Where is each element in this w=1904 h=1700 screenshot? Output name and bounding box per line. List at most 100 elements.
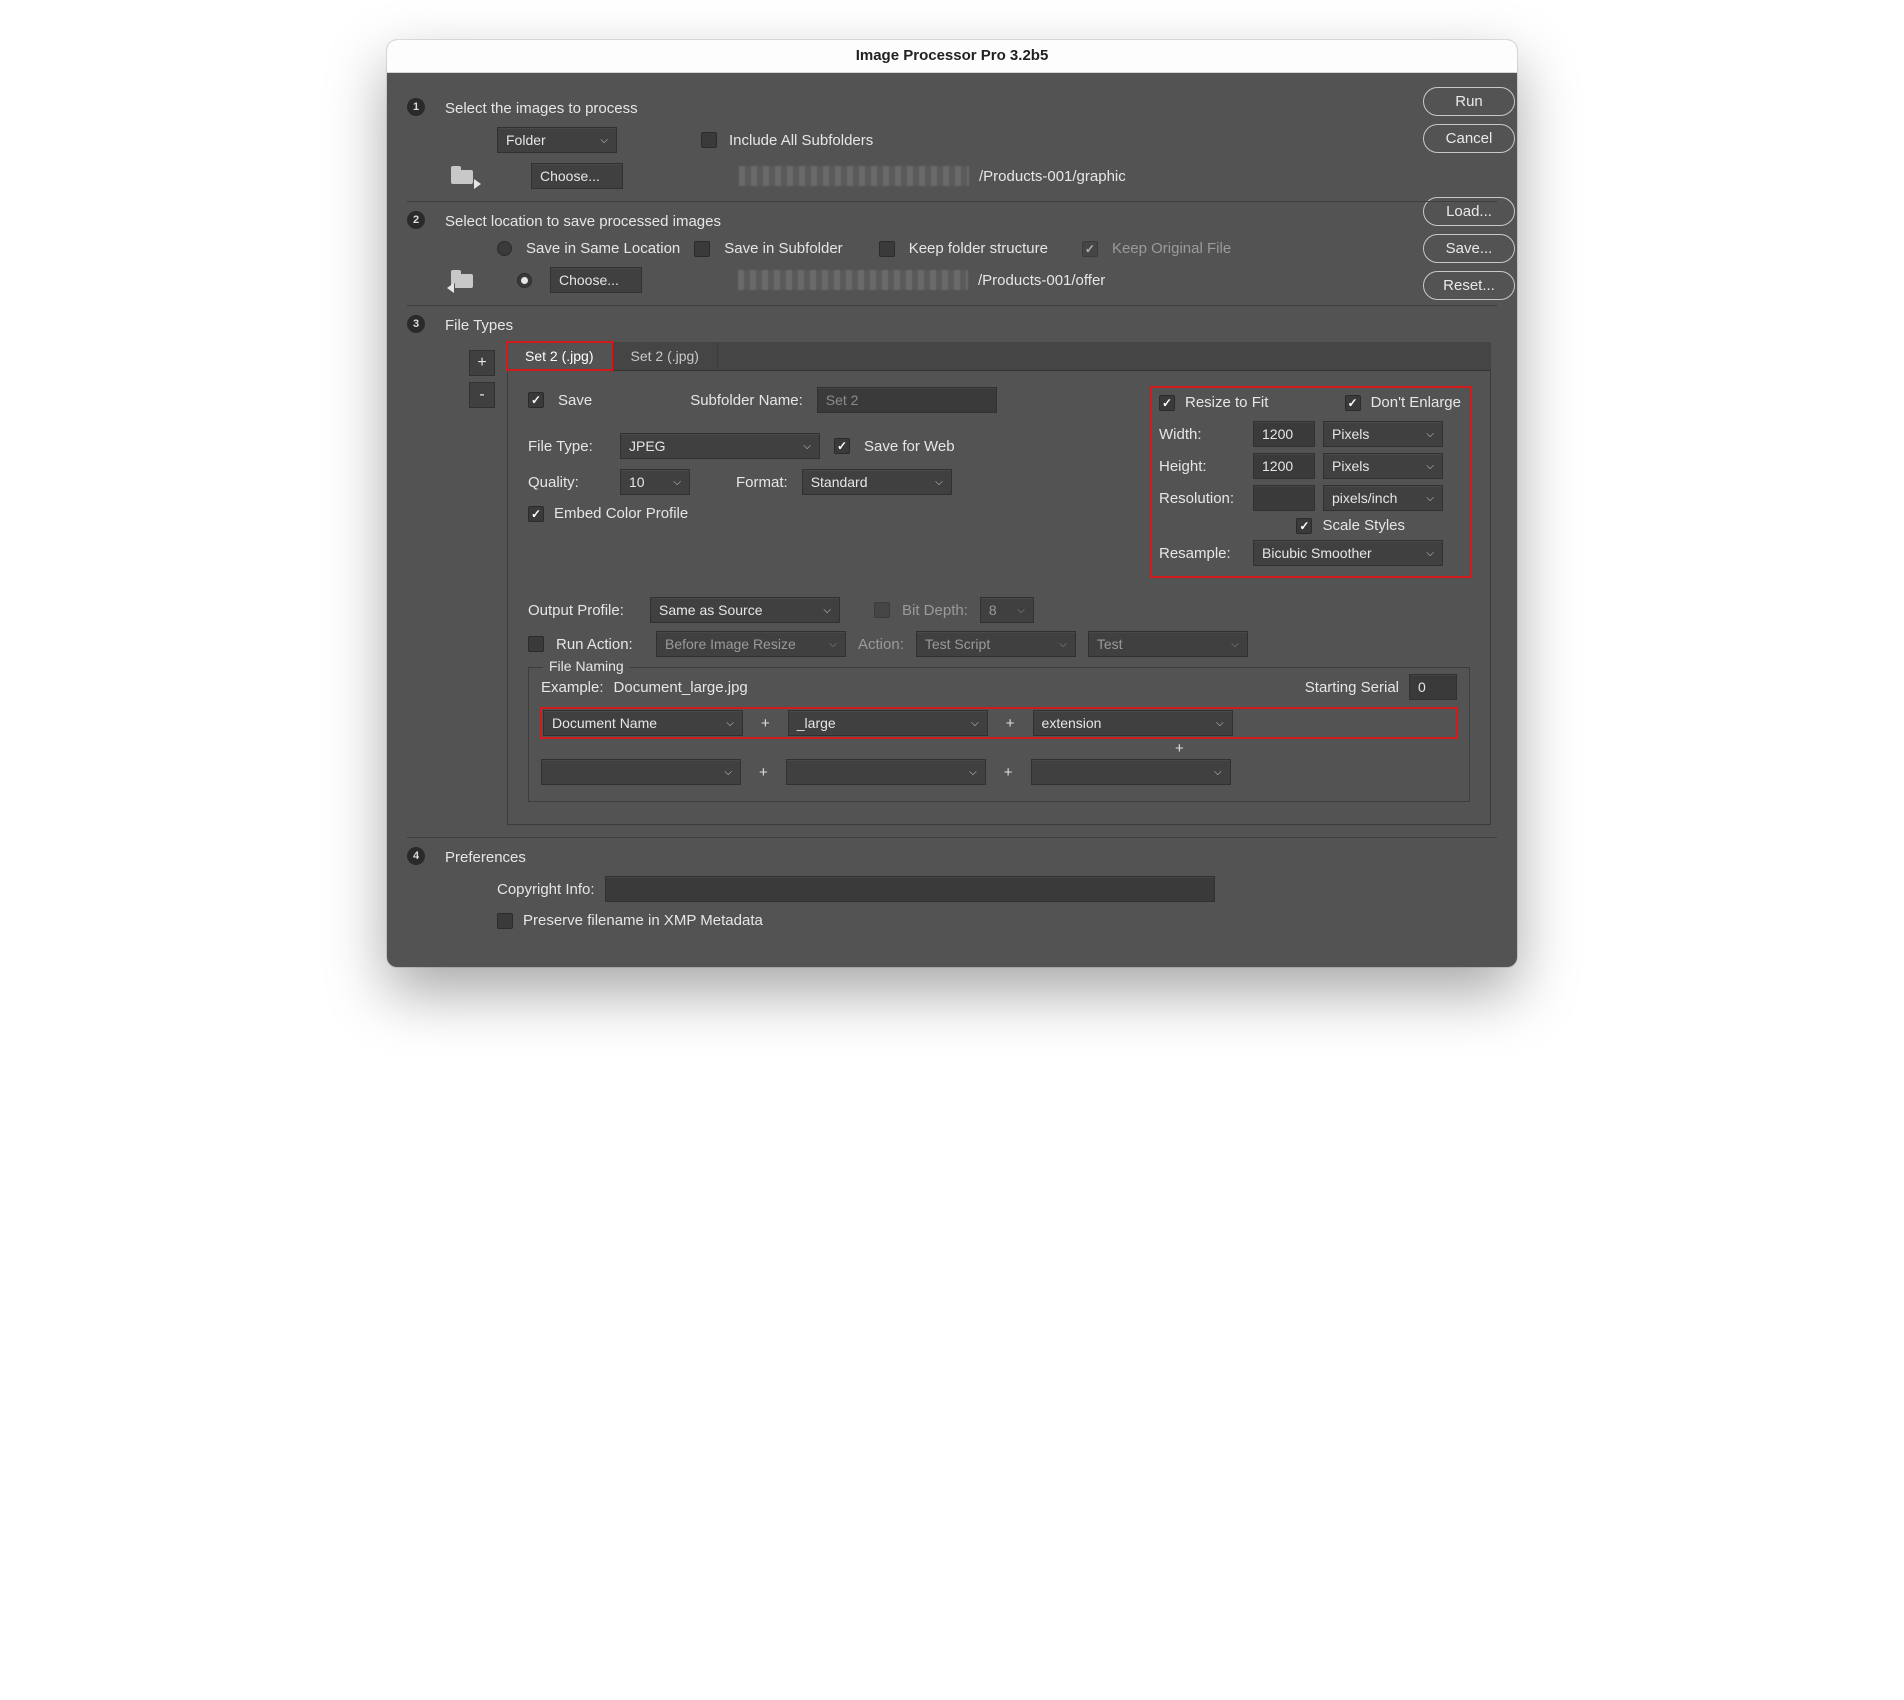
naming-slot-5[interactable]: ⌵ <box>786 759 986 785</box>
height-input[interactable]: 1200 <box>1253 453 1315 479</box>
section-select-images: 1 Select the images to process Folder ⌵ … <box>407 89 1497 202</box>
chevron-down-icon: ⌵ <box>1426 493 1434 504</box>
copyright-input[interactable] <box>605 876 1215 902</box>
output-profile-label: Output Profile: <box>528 602 638 619</box>
keep-original-label: Keep Original File <box>1112 240 1231 257</box>
embed-profile-checkbox[interactable] <box>528 506 544 522</box>
dont-enlarge-label: Don't Enlarge <box>1371 394 1461 411</box>
chevron-down-icon: ⌵ <box>1426 461 1434 472</box>
subfolder-name-label: Subfolder Name: <box>690 392 803 409</box>
dest-path-tail: /Products-001/offer <box>978 272 1105 289</box>
resolution-input[interactable] <box>1253 485 1315 511</box>
plus-icon: + <box>755 715 776 732</box>
file-naming-legend: File Naming <box>543 658 630 674</box>
tab-set-1[interactable]: Set 2 (.jpg) <box>507 342 612 370</box>
naming-slot-4[interactable]: ⌵ <box>541 759 741 785</box>
save-for-web-label: Save for Web <box>864 438 955 455</box>
save-same-location-radio[interactable] <box>497 241 512 256</box>
plus-icon: + <box>1000 715 1021 732</box>
save-subfolder-checkbox[interactable] <box>694 241 710 257</box>
save-choose-radio[interactable] <box>517 273 532 288</box>
chevron-down-icon: ⌵ <box>969 767 977 778</box>
choose-dest-button[interactable]: Choose... <box>550 267 642 293</box>
filetype-value: JPEG <box>629 438 666 454</box>
bitdepth-value: 8 <box>989 602 997 618</box>
width-label: Width: <box>1159 426 1245 443</box>
step-badge-1: 1 <box>407 98 425 116</box>
naming-slot-1-value: Document Name <box>552 715 657 731</box>
run-action-label: Run Action: <box>556 636 644 653</box>
dont-enlarge-checkbox[interactable] <box>1345 395 1361 411</box>
copyright-label: Copyright Info: <box>497 881 595 898</box>
action-set-select[interactable]: Test Script⌵ <box>916 631 1076 657</box>
action-label: Action: <box>858 636 904 653</box>
dialog-window: Image Processor Pro 3.2b5 Run Cancel Loa… <box>387 40 1517 967</box>
run-action-when-value: Before Image Resize <box>665 636 796 652</box>
starting-serial-input[interactable]: 0 <box>1409 674 1457 700</box>
quality-label: Quality: <box>528 474 606 491</box>
chevron-down-icon: ⌵ <box>1426 548 1434 559</box>
chevron-down-icon: ⌵ <box>1426 429 1434 440</box>
width-input[interactable]: 1200 <box>1253 421 1315 447</box>
chevron-down-icon: ⌵ <box>935 477 943 488</box>
include-subfolders-checkbox[interactable] <box>701 132 717 148</box>
starting-serial-label: Starting Serial <box>1305 679 1399 696</box>
section2-heading: Select location to save processed images <box>445 213 721 230</box>
resolution-label: Resolution: <box>1159 490 1245 507</box>
quality-select[interactable]: 10 ⌵ <box>620 469 690 495</box>
resize-to-fit-checkbox[interactable] <box>1159 395 1175 411</box>
resample-value: Bicubic Smoother <box>1262 545 1372 561</box>
scale-styles-checkbox[interactable] <box>1296 518 1312 534</box>
naming-slot-3[interactable]: extension⌵ <box>1033 710 1233 736</box>
chevron-down-icon: ⌵ <box>673 477 681 488</box>
action-set-value: Test Script <box>925 636 990 652</box>
run-action-when-select[interactable]: Before Image Resize ⌵ <box>656 631 846 657</box>
preserve-xmp-checkbox[interactable] <box>497 913 513 929</box>
subfolder-name-input[interactable]: Set 2 <box>817 387 997 413</box>
filetype-left: Save Subfolder Name: Set 2 File Type: JP… <box>528 387 1124 522</box>
chevron-down-icon: ⌵ <box>829 639 837 650</box>
preserve-xmp-label: Preserve filename in XMP Metadata <box>523 912 763 929</box>
dialog-content: Run Cancel Load... Save... Reset... 1 Se… <box>387 73 1517 967</box>
chevron-down-icon: ⌵ <box>1231 639 1239 650</box>
add-tab-button[interactable]: + <box>469 350 495 376</box>
dest-path-redacted <box>738 270 968 290</box>
keep-structure-label: Keep folder structure <box>909 240 1048 257</box>
action-name-select[interactable]: Test ⌵ <box>1088 631 1248 657</box>
resolution-unit-select[interactable]: pixels/inch⌵ <box>1323 485 1443 511</box>
naming-slot-2-value: _large <box>797 715 836 731</box>
width-unit-value: Pixels <box>1332 426 1369 442</box>
quality-value: 10 <box>629 474 645 490</box>
action-name-value: Test <box>1097 636 1123 652</box>
save-for-web-checkbox[interactable] <box>834 438 850 454</box>
plus-icon: + <box>753 764 774 781</box>
source-select[interactable]: Folder ⌵ <box>497 127 617 153</box>
resize-to-fit-label: Resize to Fit <box>1185 394 1268 411</box>
choose-source-button[interactable]: Choose... <box>531 163 623 189</box>
height-unit-select[interactable]: Pixels⌵ <box>1323 453 1443 479</box>
step-badge-2: 2 <box>407 211 425 229</box>
save-checkbox[interactable] <box>528 392 544 408</box>
tab-set-2[interactable]: Set 2 (.jpg) <box>612 342 717 370</box>
naming-slot-6[interactable]: ⌵ <box>1031 759 1231 785</box>
filetype-tabs: Set 2 (.jpg) Set 2 (.jpg) <box>507 342 1491 371</box>
run-action-checkbox[interactable] <box>528 636 544 652</box>
remove-tab-button[interactable]: - <box>469 382 495 408</box>
naming-slot-2[interactable]: _large⌵ <box>788 710 988 736</box>
chevron-down-icon: ⌵ <box>726 718 734 729</box>
resample-select[interactable]: Bicubic Smoother ⌵ <box>1253 540 1443 566</box>
filetype-select[interactable]: JPEG⌵ <box>620 433 820 459</box>
example-value: Document_large.jpg <box>614 679 748 696</box>
output-profile-value: Same as Source <box>659 602 763 618</box>
chevron-down-icon: ⌵ <box>823 605 831 616</box>
naming-slot-1[interactable]: Document Name ⌵ <box>543 710 743 736</box>
format-select[interactable]: Standard⌵ <box>802 469 952 495</box>
plus-icon: + <box>1169 740 1190 757</box>
width-unit-select[interactable]: Pixels ⌵ <box>1323 421 1443 447</box>
scale-styles-label: Scale Styles <box>1322 517 1405 534</box>
output-profile-select[interactable]: Same as Source ⌵ <box>650 597 840 623</box>
source-path-tail: /Products-001/graphic <box>979 168 1126 185</box>
naming-row-1: Document Name ⌵ + _large⌵ + extension⌵ <box>541 708 1457 738</box>
folder-out-icon <box>451 166 477 186</box>
keep-structure-checkbox[interactable] <box>879 241 895 257</box>
